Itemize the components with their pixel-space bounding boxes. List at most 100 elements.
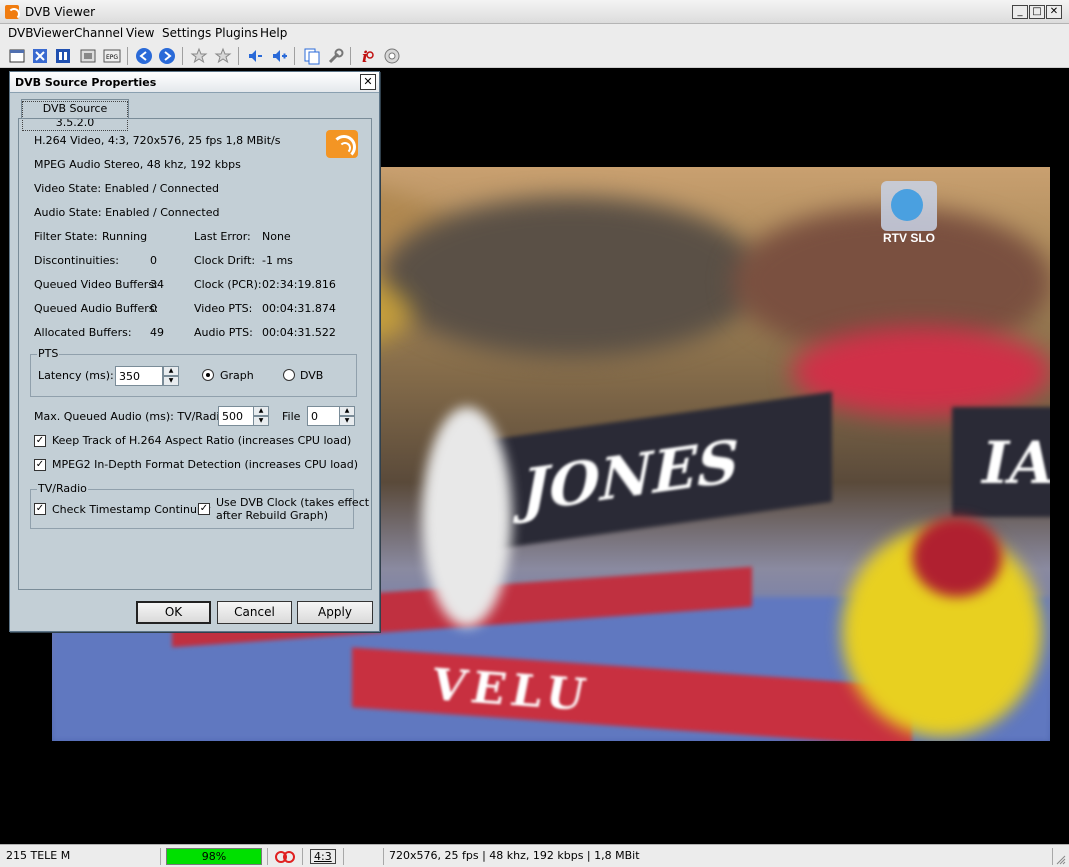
stat-label: Discontinuities: xyxy=(34,254,119,267)
max-queued-file-input[interactable] xyxy=(307,406,340,426)
radio-dvb[interactable] xyxy=(283,369,295,381)
latency-spinner[interactable]: ▲ ▼ xyxy=(163,366,179,386)
menu-channel[interactable]: Channel xyxy=(74,26,123,40)
volume-up-icon[interactable] xyxy=(270,47,288,65)
window-icon[interactable] xyxy=(8,47,26,65)
menu-view[interactable]: View xyxy=(126,26,154,40)
spin-down-icon[interactable]: ▼ xyxy=(339,416,355,426)
stat-label: Queued Audio Buffers: xyxy=(34,302,159,315)
status-separator xyxy=(383,848,384,865)
stat-value: 02:34:19.816 xyxy=(262,278,336,291)
ad-board-text: IA xyxy=(982,429,1050,497)
spin-down-icon[interactable]: ▼ xyxy=(163,376,179,386)
forward-icon[interactable] xyxy=(158,47,176,65)
menu-label: View xyxy=(126,26,155,40)
video-info: H.264 Video, 4:3, 720x576, 25 fps 1,8 MB… xyxy=(34,134,281,147)
toolbar-separator xyxy=(350,47,351,65)
status-separator xyxy=(343,848,344,865)
stat-value: Running xyxy=(102,230,148,243)
favorite-icon[interactable] xyxy=(190,47,208,65)
stat-label: Allocated Buffers: xyxy=(34,326,132,339)
spin-up-icon[interactable]: ▲ xyxy=(163,366,179,376)
aspect-ratio[interactable]: 4:3 xyxy=(310,849,336,864)
max-queued-tv-input[interactable] xyxy=(218,406,254,426)
logo-label: RTV SLO xyxy=(882,231,935,245)
stereo-icon xyxy=(275,851,295,863)
latency-input[interactable] xyxy=(115,366,163,386)
timestamp-continuity-checkbox[interactable]: ✓ xyxy=(34,503,46,515)
cancel-button[interactable]: Cancel xyxy=(217,601,292,624)
menu-label: Help xyxy=(260,26,288,40)
dvb-clock-label: after Rebuild Graph) xyxy=(216,509,329,522)
spin-up-icon[interactable]: ▲ xyxy=(339,406,355,416)
favorite-add-icon[interactable] xyxy=(214,47,232,65)
fullscreen-icon[interactable] xyxy=(31,47,49,65)
mpeg2-detection-label: MPEG2 In-Depth Format Detection (increas… xyxy=(52,458,359,471)
stat-label: Filter State: xyxy=(34,230,98,243)
file-label: File xyxy=(282,410,301,423)
video-state: Video State: Enabled / Connected xyxy=(34,182,220,195)
crowd-shape xyxy=(382,197,762,357)
stat-label: Queued Video Buffers: xyxy=(34,278,158,291)
osd-icon[interactable] xyxy=(79,47,97,65)
dialog-title-bar: DVB Source Properties ✕ xyxy=(10,72,379,93)
stat-label: Clock Drift: xyxy=(194,254,256,267)
channel-logo: RTV SLO xyxy=(879,181,937,247)
mpeg2-detection-checkbox[interactable]: ✓ xyxy=(34,459,46,471)
audio-info: MPEG Audio Stereo, 48 khz, 192 kbps xyxy=(34,158,241,171)
menu-settings[interactable]: Settings xyxy=(162,26,211,40)
tools-icon[interactable] xyxy=(327,47,345,65)
dvb-source-properties-dialog: DVB Source Properties ✕ DVB Source 3.5.2… xyxy=(9,71,380,632)
apply-button[interactable]: Apply xyxy=(297,601,373,624)
stat-label: Clock (PCR): xyxy=(194,278,262,291)
window-title: DVB Viewer xyxy=(25,5,96,19)
stat-value: 49 xyxy=(150,326,164,339)
toolbar-separator xyxy=(182,47,183,65)
menu-help[interactable]: Help xyxy=(260,26,287,40)
radio-dvb-label: DVB xyxy=(300,369,324,382)
max-queued-file-spinner[interactable]: ▲ ▼ xyxy=(339,406,355,426)
player-white xyxy=(422,407,512,627)
stat-label: Audio PTS: xyxy=(194,326,253,339)
dialog-title: DVB Source Properties xyxy=(15,76,157,89)
group-title: PTS xyxy=(37,347,60,360)
dialog-close-button[interactable]: ✕ xyxy=(360,74,376,90)
stat-value: 00:04:31.874 xyxy=(262,302,336,315)
epg-icon[interactable]: EPG xyxy=(103,47,121,65)
status-separator xyxy=(302,848,303,865)
app-icon xyxy=(5,5,20,20)
stream-info: 720x576, 25 fps | 48 khz, 192 kbps | 1,8… xyxy=(389,849,640,862)
dvb-clock-label: Use DVB Clock (takes effect xyxy=(216,496,370,509)
stat-value: -1 ms xyxy=(262,254,293,267)
stat-label: Last Error: xyxy=(194,230,251,243)
close-button[interactable]: ✕ xyxy=(1046,5,1062,19)
menu-dvbviewer[interactable]: DVBViewer xyxy=(8,26,74,40)
minimize-button[interactable]: _ xyxy=(1012,5,1028,19)
volume-down-icon[interactable] xyxy=(246,47,264,65)
back-icon[interactable] xyxy=(135,47,153,65)
tab-dvb-source[interactable]: DVB Source 3.5.2.0 xyxy=(21,99,129,131)
menu-label: Channel xyxy=(74,26,124,40)
h264-aspect-checkbox[interactable]: ✓ xyxy=(34,435,46,447)
status-separator xyxy=(267,848,268,865)
stat-value: 00:04:31.522 xyxy=(262,326,336,339)
teletext-icon[interactable] xyxy=(54,47,72,65)
menu-bar: DVBViewer Channel View Settings Plugins … xyxy=(0,24,1069,44)
info-icon[interactable]: i xyxy=(358,47,376,65)
resize-grip-icon[interactable] xyxy=(1054,853,1066,865)
record-icon[interactable] xyxy=(383,47,401,65)
timestamp-continuity-label: Check Timestamp Continuity xyxy=(52,503,211,516)
ok-button[interactable]: OK xyxy=(136,601,211,624)
maximize-button[interactable]: □ xyxy=(1029,5,1045,19)
toolbar-separator xyxy=(294,47,295,65)
status-separator xyxy=(160,848,161,865)
logo-emblem xyxy=(891,189,923,221)
spin-down-icon[interactable]: ▼ xyxy=(253,416,269,426)
spin-up-icon[interactable]: ▲ xyxy=(253,406,269,416)
menu-plugins[interactable]: Plugins xyxy=(215,26,258,40)
radio-graph[interactable] xyxy=(202,369,214,381)
dvb-clock-checkbox[interactable]: ✓ xyxy=(198,503,210,515)
toolbar-separator xyxy=(238,47,239,65)
max-queued-tv-spinner[interactable]: ▲ ▼ xyxy=(253,406,269,426)
copy-icon[interactable] xyxy=(303,47,321,65)
